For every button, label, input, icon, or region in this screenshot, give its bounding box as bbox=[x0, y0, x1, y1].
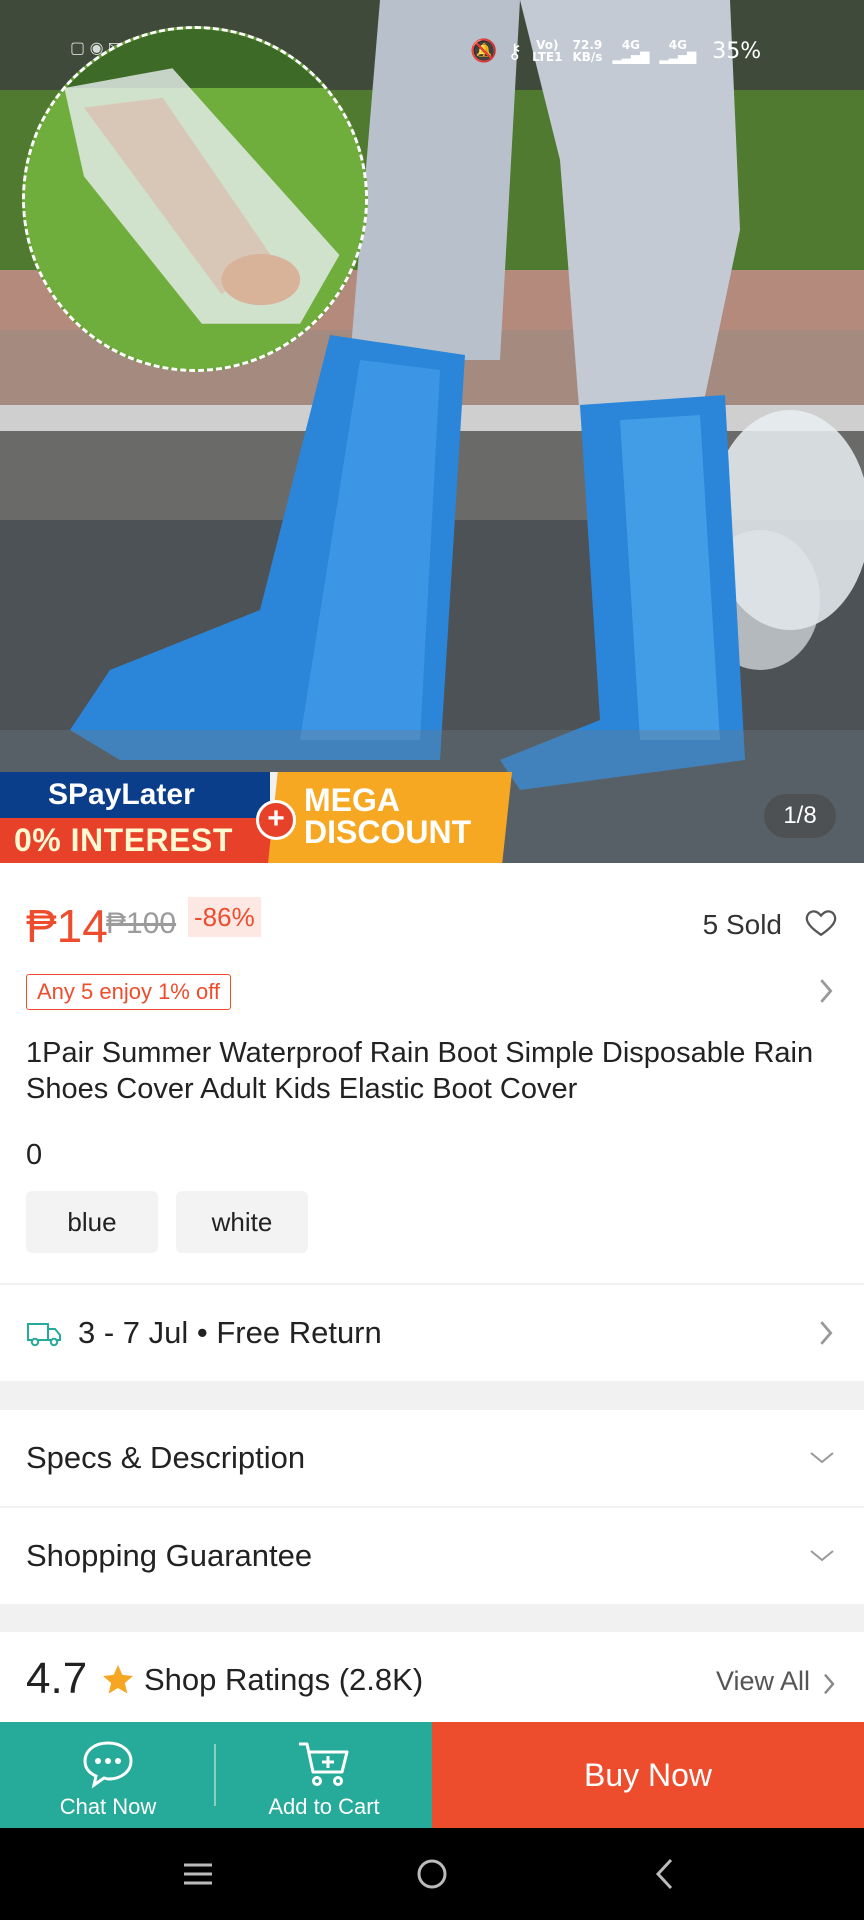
chat-now-button[interactable]: Chat Now bbox=[0, 1722, 216, 1828]
inset-detail-image bbox=[22, 26, 368, 372]
back-icon[interactable] bbox=[646, 1854, 686, 1894]
mega-discount-label: MEGA DISCOUNT bbox=[268, 772, 512, 863]
guarantee-label: Shopping Guarantee bbox=[26, 1538, 313, 1573]
chat-icon bbox=[83, 1741, 133, 1789]
image-counter: 1/8 bbox=[764, 794, 836, 838]
mute-icon: 🔕 bbox=[470, 38, 498, 64]
sold-count: 5 Sold bbox=[702, 909, 782, 940]
chat-now-label: Chat Now bbox=[59, 1794, 157, 1819]
original-price: ₱100 bbox=[106, 907, 177, 940]
buy-now-button[interactable]: Buy Now bbox=[432, 1722, 864, 1828]
rating-score: 4.7 bbox=[26, 1654, 88, 1703]
signal-icon-2: 4G ▂▃▅▇ bbox=[659, 38, 697, 64]
product-image-gallery[interactable]: ▢ ◉ ✉ ⚙ 🔕 ⚷ Vo) LTE1 72.9 KB/s 4G ▂▃▅▇ 4G ▂▃… bbox=[0, 0, 864, 863]
variant-chip-white[interactable]: white bbox=[176, 1191, 308, 1253]
promo-banner[interactable]: SPayLater 0% INTEREST bbox=[0, 772, 282, 863]
current-price: ₱14 bbox=[26, 900, 108, 952]
status-bar: 🔕 ⚷ Vo) LTE1 72.9 KB/s 4G ▂▃▅▇ 4G ▂▃▅▇ 35% bbox=[470, 38, 762, 64]
product-info: ₱14 ₱100 -86% 5 Sold Any 5 enjoy 1% off … bbox=[0, 863, 864, 1283]
chevron-right-icon bbox=[820, 1321, 833, 1345]
shop-ratings-row: 4.7 Shop Ratings (2.8K) View All bbox=[0, 1632, 864, 1722]
signal-icon: 4G ▂▃▅▇ bbox=[612, 38, 650, 64]
truck-icon bbox=[27, 1323, 61, 1347]
spaylater-label: SPayLater bbox=[0, 772, 270, 818]
add-to-cart-label: Add to Cart bbox=[268, 1794, 380, 1819]
add-to-cart-button[interactable]: Add to Cart bbox=[216, 1722, 432, 1828]
view-all-link[interactable]: View All bbox=[716, 1666, 810, 1697]
chevron-down-icon bbox=[810, 1550, 834, 1562]
chevron-down-icon bbox=[810, 1452, 834, 1464]
key-icon: ⚷ bbox=[507, 39, 523, 63]
product-title: 1Pair Summer Waterproof Rain Boot Simple… bbox=[26, 1037, 814, 1105]
specs-label: Specs & Description bbox=[26, 1440, 306, 1475]
plus-icon: + bbox=[256, 800, 296, 840]
delivery-text: 3 - 7 Jul • Free Return bbox=[78, 1315, 382, 1350]
home-icon[interactable] bbox=[412, 1854, 452, 1894]
variant-chip-blue[interactable]: blue bbox=[26, 1191, 158, 1253]
chevron-right-icon[interactable] bbox=[822, 1672, 836, 1696]
star-icon bbox=[103, 1665, 133, 1694]
battery-indicator: 35% bbox=[712, 38, 762, 64]
specs-description-section[interactable]: Specs & Description bbox=[0, 1410, 864, 1506]
discount-badge: -86% bbox=[188, 897, 261, 937]
shopping-guarantee-section[interactable]: Shopping Guarantee bbox=[0, 1508, 864, 1604]
variant-price: 0 bbox=[26, 1139, 43, 1171]
interest-label: 0% INTEREST bbox=[0, 818, 282, 863]
shop-ratings-label: Shop Ratings (2.8K) bbox=[144, 1662, 424, 1697]
delivery-row[interactable]: 3 - 7 Jul • Free Return bbox=[0, 1285, 864, 1381]
system-navigation-bar bbox=[0, 1828, 864, 1920]
chevron-right-icon[interactable] bbox=[818, 977, 834, 1005]
heart-icon[interactable] bbox=[804, 905, 838, 939]
cart-add-icon bbox=[299, 1742, 349, 1786]
menu-icon[interactable] bbox=[178, 1854, 218, 1894]
bundle-promo-tag[interactable]: Any 5 enjoy 1% off bbox=[26, 974, 232, 1010]
bottom-action-bar: Chat Now Add to Cart Buy Now bbox=[0, 1722, 864, 1828]
